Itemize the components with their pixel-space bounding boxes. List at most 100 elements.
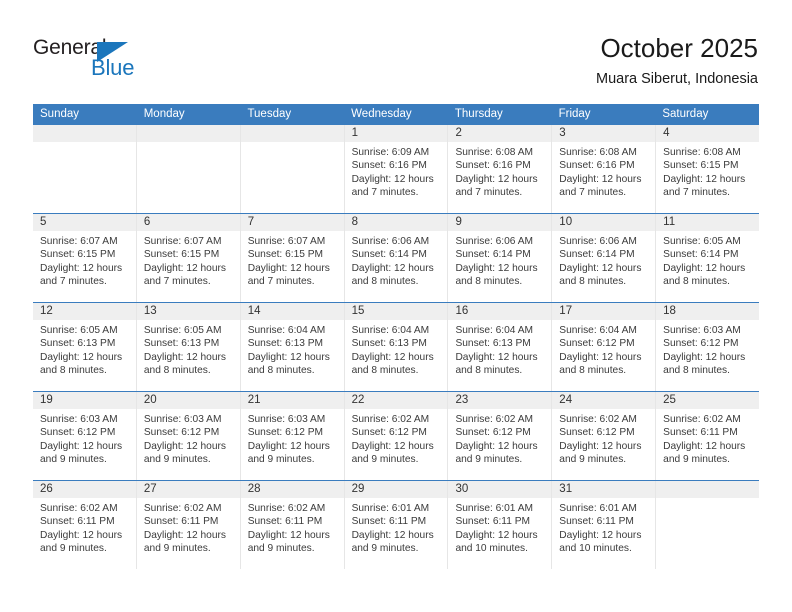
sunrise-text: Sunrise: 6:02 AM: [559, 414, 637, 425]
day-details: Sunrise: 6:03 AM Sunset: 6:12 PM Daylight:…: [241, 409, 344, 467]
calendar-day-cell[interactable]: 9 Sunrise: 6:06 AM Sunset: 6:14 PM Daylight…: [448, 214, 553, 302]
sunset-text: Sunset: 6:16 PM: [351, 160, 427, 172]
daylight-text-line1: Daylight: 12 hours: [351, 173, 434, 185]
calendar-day-cell[interactable]: 8 Sunrise: 6:06 AM Sunset: 6:14 PM Daylight…: [344, 214, 449, 302]
calendar-day-cell[interactable]: 3 Sunrise: 6:08 AM Sunset: 6:16 PM Daylight…: [552, 125, 657, 213]
sunset-text: Sunset: 6:14 PM: [351, 249, 427, 261]
daylight-text-line2: and 7 minutes.: [247, 276, 315, 288]
calendar-day-cell[interactable]: 30 Sunrise: 6:01 AM Sunset: 6:11 PM Dayligh…: [448, 481, 553, 569]
calendar-day-cell[interactable]: 17 Sunrise: 6:04 AM Sunset: 6:12 PM Dayligh…: [552, 303, 657, 391]
day-details: Sunrise: 6:02 AM Sunset: 6:11 PM Daylight:…: [137, 498, 240, 556]
day-number: 17: [552, 303, 656, 320]
calendar-day-cell[interactable]: 24 Sunrise: 6:02 AM Sunset: 6:12 PM Dayligh…: [552, 392, 657, 480]
sunrise-text: Sunrise: 6:08 AM: [455, 147, 534, 158]
calendar-day-cell[interactable]: 6 Sunrise: 6:07 AM Sunset: 6:15 PM Daylight…: [136, 214, 241, 302]
day-details: Sunrise: 6:06 AM Sunset: 6:14 PM Daylight:…: [448, 231, 551, 289]
calendar-day-cell[interactable]: 29 Sunrise: 6:01 AM Sunset: 6:11 PM Dayligh…: [344, 481, 449, 569]
calendar-day-cell[interactable]: 14 Sunrise: 6:04 AM Sunset: 6:13 PM Dayligh…: [240, 303, 345, 391]
brand-logo[interactable]: General Blue: [33, 36, 213, 86]
weekday-header-wednesday: Wednesday: [351, 108, 412, 120]
day-number: 19: [33, 392, 136, 409]
sunset-text: Sunset: 6:12 PM: [455, 427, 531, 439]
page-title: October 2025: [600, 33, 758, 63]
calendar-day-cell[interactable]: 23 Sunrise: 6:02 AM Sunset: 6:12 PM Dayligh…: [448, 392, 553, 480]
title-block: October 2025 Muara Siberut, Indonesia: [596, 32, 758, 89]
sunrise-text: Sunrise: 6:04 AM: [455, 325, 534, 336]
sunrise-text: Sunrise: 6:03 AM: [247, 414, 326, 425]
day-number: 26: [33, 481, 136, 498]
daylight-text-line2: and 8 minutes.: [143, 365, 211, 377]
day-number: 30: [448, 481, 552, 498]
daylight-text-line1: Daylight: 12 hours: [559, 262, 642, 274]
daylight-text-line1: Daylight: 12 hours: [663, 440, 746, 452]
day-details: Sunrise: 6:06 AM Sunset: 6:14 PM Daylight:…: [552, 231, 655, 289]
sunset-text: Sunset: 6:14 PM: [663, 249, 739, 261]
weekday-header-thursday: Thursday: [454, 108, 503, 120]
daylight-text-line2: and 9 minutes.: [247, 543, 315, 555]
sunrise-text: Sunrise: 6:06 AM: [559, 236, 637, 247]
calendar-day-cell[interactable]: 19 Sunrise: 6:03 AM Sunset: 6:12 PM Dayligh…: [33, 392, 137, 480]
sunset-text: Sunset: 6:11 PM: [143, 516, 219, 528]
calendar-day-cell[interactable]: 13 Sunrise: 6:05 AM Sunset: 6:13 PM Dayligh…: [136, 303, 241, 391]
sunrise-text: Sunrise: 6:02 AM: [663, 414, 741, 425]
calendar-day-cell[interactable]: 22 Sunrise: 6:02 AM Sunset: 6:12 PM Dayligh…: [344, 392, 449, 480]
day-details: Sunrise: 6:01 AM Sunset: 6:11 PM Daylight:…: [448, 498, 551, 556]
calendar-day-cell[interactable]: 4 Sunrise: 6:08 AM Sunset: 6:15 PM Daylight…: [656, 125, 760, 213]
day-number: 23: [448, 392, 552, 409]
daylight-text-line1: Daylight: 12 hours: [455, 351, 538, 363]
daylight-text-line1: Daylight: 12 hours: [455, 262, 538, 274]
day-details: Sunrise: 6:07 AM Sunset: 6:15 PM Daylight:…: [33, 231, 136, 289]
daylight-text-line1: Daylight: 12 hours: [40, 440, 123, 452]
day-number: 7: [240, 214, 344, 231]
sunrise-text: Sunrise: 6:08 AM: [663, 147, 741, 158]
calendar-day-cell[interactable]: 7 Sunrise: 6:07 AM Sunset: 6:15 PM Daylight…: [240, 214, 345, 302]
calendar-day-cell[interactable]: 2 Sunrise: 6:08 AM Sunset: 6:16 PM Daylight…: [448, 125, 553, 213]
sunrise-text: Sunrise: 6:08 AM: [559, 147, 637, 158]
sunset-text: Sunset: 6:11 PM: [455, 516, 530, 528]
daylight-text-line1: Daylight: 12 hours: [351, 440, 434, 452]
daylight-text-line2: and 8 minutes.: [40, 365, 107, 377]
day-details: Sunrise: 6:04 AM Sunset: 6:13 PM Daylight:…: [345, 320, 448, 378]
daylight-text-line2: and 9 minutes.: [663, 454, 730, 466]
daylight-text-line1: Daylight: 12 hours: [559, 173, 642, 185]
daylight-text-line1: Daylight: 12 hours: [143, 262, 226, 274]
calendar-day-cell[interactable]: 12 Sunrise: 6:05 AM Sunset: 6:13 PM Dayligh…: [33, 303, 137, 391]
calendar-week-row: 19 Sunrise: 6:03 AM Sunset: 6:12 PM Dayligh…: [33, 391, 760, 480]
day-number: 21: [240, 392, 344, 409]
day-details: Sunrise: 6:04 AM Sunset: 6:12 PM Daylight:…: [552, 320, 655, 378]
sunset-text: Sunset: 6:14 PM: [559, 249, 635, 261]
calendar-day-cell[interactable]: 20 Sunrise: 6:03 AM Sunset: 6:12 PM Dayligh…: [136, 392, 241, 480]
calendar-day-cell[interactable]: 1 Sunrise: 6:09 AM Sunset: 6:16 PM Daylight…: [344, 125, 449, 213]
daylight-text-line2: and 8 minutes.: [455, 276, 523, 288]
sunset-text: Sunset: 6:12 PM: [40, 427, 116, 439]
sunrise-text: Sunrise: 6:04 AM: [247, 325, 326, 336]
daylight-text-line2: and 8 minutes.: [559, 276, 627, 288]
day-number: 13: [136, 303, 240, 320]
calendar-day-cell[interactable]: 26 Sunrise: 6:02 AM Sunset: 6:11 PM Dayligh…: [33, 481, 137, 569]
day-number: 14: [240, 303, 344, 320]
daylight-text-line2: and 10 minutes.: [455, 543, 528, 555]
day-number: 24: [552, 392, 656, 409]
daylight-text-line1: Daylight: 12 hours: [247, 262, 330, 274]
calendar-day-cell[interactable]: 15 Sunrise: 6:04 AM Sunset: 6:13 PM Dayligh…: [344, 303, 449, 391]
calendar-day-cell[interactable]: 31 Sunrise: 6:01 AM Sunset: 6:11 PM Dayligh…: [552, 481, 657, 569]
calendar-day-cell[interactable]: 10 Sunrise: 6:06 AM Sunset: 6:14 PM Dayligh…: [552, 214, 657, 302]
calendar-day-cell[interactable]: 11 Sunrise: 6:05 AM Sunset: 6:14 PM Dayligh…: [656, 214, 760, 302]
sunset-text: Sunset: 6:16 PM: [559, 160, 635, 172]
calendar-day-cell[interactable]: 25 Sunrise: 6:02 AM Sunset: 6:11 PM Dayligh…: [656, 392, 760, 480]
sunrise-text: Sunrise: 6:07 AM: [40, 236, 118, 247]
sunrise-text: Sunrise: 6:05 AM: [40, 325, 118, 336]
calendar-day-cell[interactable]: 16 Sunrise: 6:04 AM Sunset: 6:13 PM Dayligh…: [448, 303, 553, 391]
day-details: Sunrise: 6:08 AM Sunset: 6:16 PM Daylight:…: [448, 142, 551, 200]
day-details: Sunrise: 6:04 AM Sunset: 6:13 PM Daylight:…: [241, 320, 344, 378]
calendar-day-cell[interactable]: 5 Sunrise: 6:07 AM Sunset: 6:15 PM Daylight…: [33, 214, 137, 302]
daylight-text-line1: Daylight: 12 hours: [559, 529, 642, 541]
calendar-day-cell[interactable]: 28 Sunrise: 6:02 AM Sunset: 6:11 PM Dayligh…: [240, 481, 345, 569]
calendar-day-cell[interactable]: 18 Sunrise: 6:03 AM Sunset: 6:12 PM Dayligh…: [656, 303, 760, 391]
weekday-header-saturday: Saturday: [662, 108, 709, 120]
calendar-day-cell[interactable]: 27 Sunrise: 6:02 AM Sunset: 6:11 PM Dayligh…: [136, 481, 241, 569]
day-number: 1: [344, 125, 448, 142]
daylight-text-line2: and 9 minutes.: [143, 454, 211, 466]
weekday-header-monday: Monday: [143, 108, 185, 120]
calendar-day-cell[interactable]: 21 Sunrise: 6:03 AM Sunset: 6:12 PM Dayligh…: [240, 392, 345, 480]
